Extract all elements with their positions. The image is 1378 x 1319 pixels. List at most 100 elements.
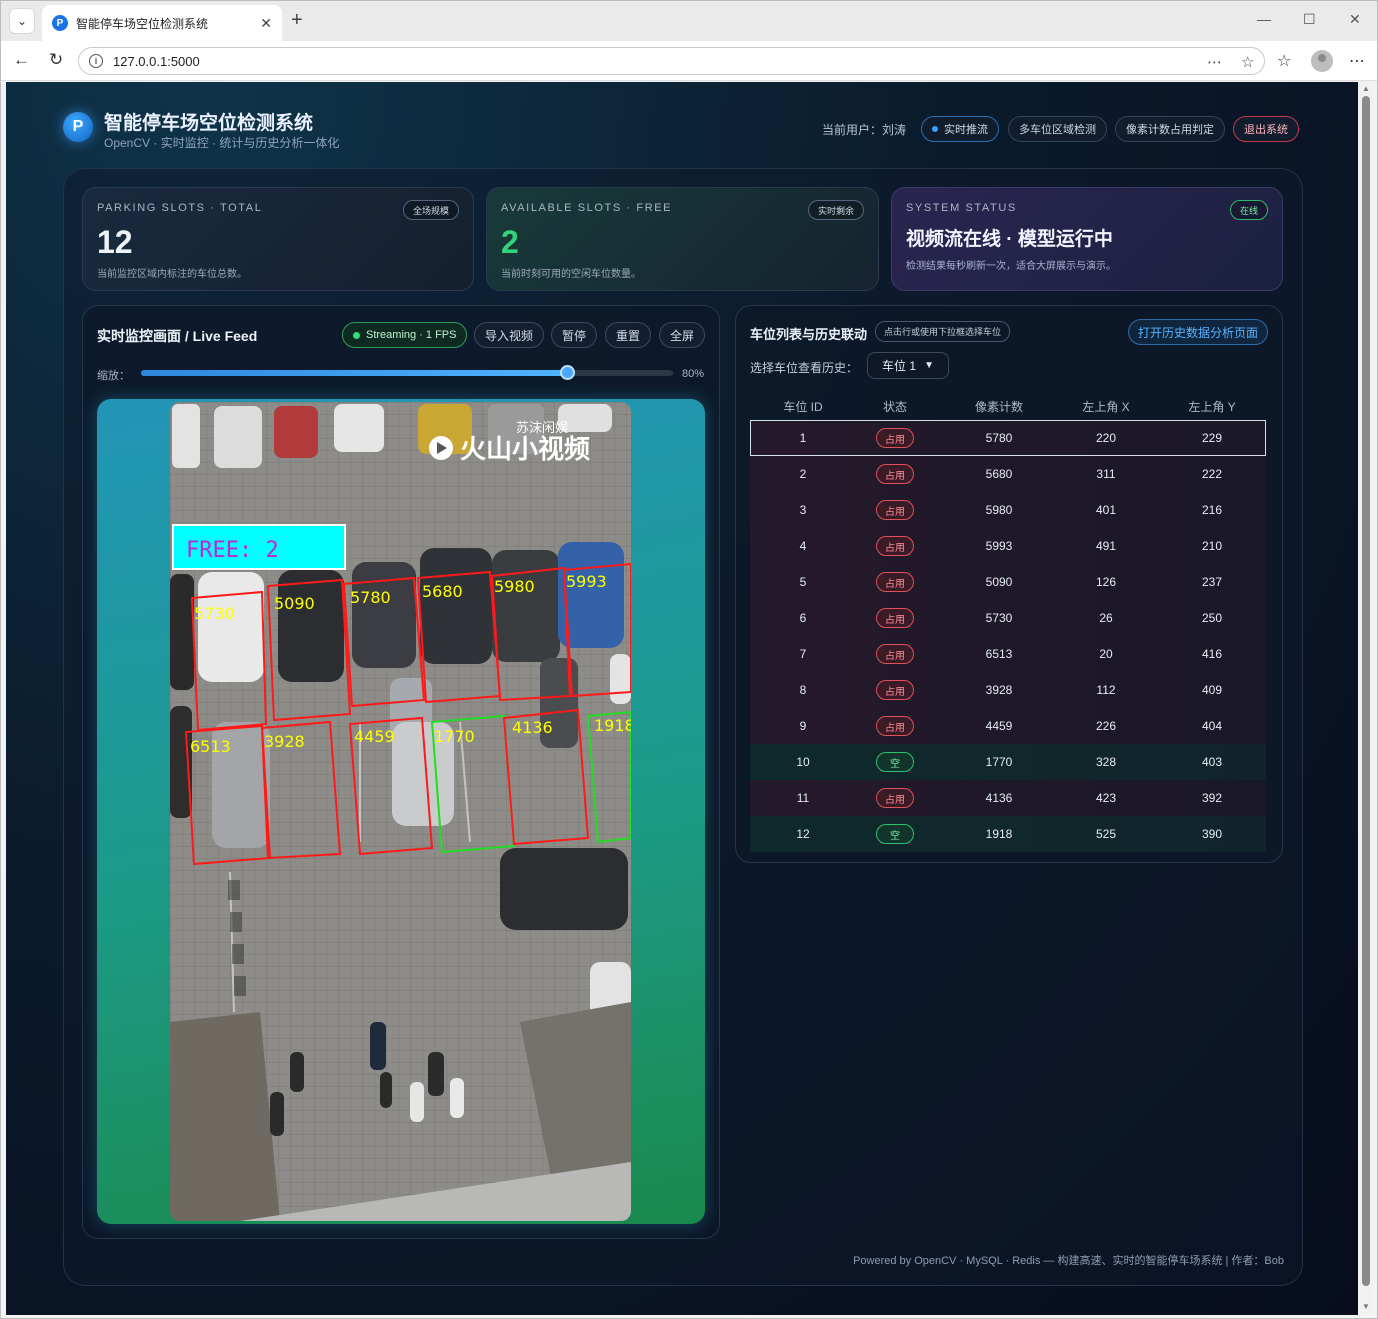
card-label: SYSTEM STATUS (906, 202, 1017, 214)
close-tab-icon[interactable]: ✕ (260, 15, 272, 32)
slot-count-1: 5780 (350, 588, 391, 607)
column-header: 像素计数 (974, 400, 1023, 414)
page-scrollbar[interactable]: ▲ ▼ (1359, 82, 1374, 1315)
video-frame: 苏沫闲娱 火山小视频 FREE: 2 5730 5090 5780 5680 5… (97, 399, 705, 1224)
cell-top-left-y: 404 (1201, 719, 1223, 733)
table-row[interactable]: 10 空 1770 328 403 (750, 744, 1266, 780)
slot-select-label: 选择车位查看历史： (750, 361, 859, 375)
status-badge: 占用 (876, 464, 914, 484)
cell-slot-id: 3 (799, 503, 807, 517)
status-badge: 占用 (876, 716, 914, 736)
total-slots-value: 12 (97, 224, 133, 260)
reload-icon[interactable]: ↻ (49, 50, 63, 70)
slot-count-3: 5980 (494, 577, 535, 596)
cell-top-left-y: 416 (1201, 647, 1223, 661)
table-row[interactable]: 11 占用 4136 423 392 (750, 780, 1266, 816)
card-desc: 当前监控区域内标注的车位总数。 (97, 269, 247, 280)
back-icon[interactable]: ← (13, 50, 30, 70)
button-label: 暂停 (562, 328, 587, 343)
status-title: 视频流在线 · 模型运行中 (906, 229, 1113, 250)
table-row[interactable]: 3 占用 5980 401 216 (750, 492, 1266, 528)
slot-table-body: 1 占用 5780 220 229 2 占用 5680 311 222 3 占用 5980 401 216 4… (750, 420, 1266, 852)
cell-pixel-count: 5680 (985, 467, 1013, 481)
cell-pixel-count: 5980 (985, 503, 1013, 517)
open-history-button[interactable]: 打开历史数据分析页面 (1128, 319, 1269, 345)
cell-top-left-y: 237 (1201, 575, 1223, 589)
cell-pixel-count: 1770 (985, 755, 1013, 769)
table-row[interactable]: 9 占用 4459 226 404 (750, 708, 1266, 744)
cell-slot-id: 12 (796, 827, 810, 841)
cell-slot-id: 9 (799, 719, 807, 733)
zoom-slider[interactable] (141, 365, 673, 380)
card-free-slots: AVAILABLE SLOTS · FREE 实时剩余 2 当前时刻可用的空闲车… (486, 187, 879, 291)
cell-top-left-x: 220 (1095, 431, 1117, 445)
maximize-icon[interactable]: ☐ (1303, 11, 1316, 28)
live-feed-title: 实时监控画面 / Live Feed (97, 328, 258, 344)
stream-label: Streaming · 1 FPS (366, 329, 457, 341)
favorites-icon[interactable]: ☆ (1277, 51, 1291, 71)
status-badge: 占用 (876, 536, 914, 556)
pill-realtime-stream[interactable]: 实时推流 (921, 116, 999, 142)
slot-count-9: 4459 (354, 727, 395, 746)
zoom-slider-handle[interactable] (559, 365, 575, 380)
slot-select[interactable]: 车位 1 ▼ (867, 352, 949, 379)
reset-button[interactable]: 重置 (605, 322, 652, 348)
cell-pixel-count: 1918 (985, 827, 1013, 841)
cell-top-left-y: 216 (1201, 503, 1223, 517)
new-tab-icon[interactable]: + (291, 9, 303, 32)
pill-label: 多车位区域检测 (1019, 124, 1096, 136)
scrollbar-thumb[interactable] (1362, 96, 1370, 1286)
status-dot-icon (932, 126, 938, 132)
close-window-icon[interactable]: ✕ (1349, 11, 1361, 28)
free-counter-text: FREE: 2 (186, 538, 279, 563)
zoom-slider-fill (141, 370, 567, 376)
cell-top-left-x: 26 (1099, 611, 1113, 625)
status-badge: 占用 (876, 680, 914, 700)
url-input[interactable]: i 127.0.0.1:5000 ⋯ ☆ (78, 47, 1265, 75)
star-icon[interactable]: ☆ (1241, 53, 1254, 71)
cell-top-left-y: 210 (1201, 539, 1223, 553)
cell-slot-id: 1 (799, 431, 807, 445)
info-icon[interactable]: i (89, 54, 103, 68)
minimize-icon[interactable]: — (1257, 11, 1271, 27)
logout-button[interactable]: 退出系统 (1233, 116, 1299, 142)
pause-button[interactable]: 暂停 (551, 322, 598, 348)
cell-pixel-count: 5993 (985, 539, 1013, 553)
table-row[interactable]: 2 占用 5680 311 222 (750, 456, 1266, 492)
pill-pixel-count[interactable]: 像素计数占用判定 (1115, 116, 1225, 142)
pill-label: 实时推流 (944, 124, 988, 136)
table-row[interactable]: 6 占用 5730 26 250 (750, 600, 1266, 636)
browser-tab[interactable]: P 智能停车场空位检测系统 ✕ (42, 5, 282, 41)
cell-slot-id: 4 (799, 539, 807, 553)
cell-slot-id: 11 (796, 791, 810, 805)
table-row[interactable]: 4 占用 5993 491 210 (750, 528, 1266, 564)
scroll-up-icon[interactable]: ▲ (1362, 84, 1370, 93)
url-text: 127.0.0.1:5000 (113, 53, 200, 69)
profile-avatar[interactable] (1311, 50, 1333, 72)
slot-count-12: 1918 (594, 716, 631, 735)
live-video[interactable]: 苏沫闲娱 火山小视频 FREE: 2 5730 5090 5780 5680 5… (170, 402, 631, 1221)
more-options-icon[interactable]: ⋯ (1207, 53, 1222, 71)
cell-top-left-x: 525 (1095, 827, 1117, 841)
cell-top-left-x: 311 (1096, 467, 1116, 481)
menu-icon[interactable]: ⋯ (1349, 51, 1365, 71)
chevron-down-icon: ⌄ (16, 14, 28, 28)
button-label: 导入视频 (485, 328, 534, 343)
table-row[interactable]: 12 空 1918 525 390 (750, 816, 1266, 852)
table-row[interactable]: 8 占用 3928 112 409 (750, 672, 1266, 708)
table-row[interactable]: 7 占用 6513 20 416 (750, 636, 1266, 672)
table-row[interactable]: 1 占用 5780 220 229 (750, 420, 1266, 456)
fullscreen-button[interactable]: 全屏 (659, 322, 706, 348)
import-video-button[interactable]: 导入视频 (474, 322, 545, 348)
slot-count-11: 4136 (512, 718, 553, 737)
tab-list-button[interactable]: ⌄ (9, 8, 35, 34)
table-header: 车位 ID 状态 像素计数 左上角 X 左上角 Y (750, 390, 1266, 420)
slot-count-6: 5730 (194, 604, 235, 623)
status-badge: 占用 (876, 500, 914, 520)
scroll-down-icon[interactable]: ▼ (1362, 1302, 1370, 1311)
pill-multi-region[interactable]: 多车位区域检测 (1008, 116, 1107, 142)
table-row[interactable]: 5 占用 5090 126 237 (750, 564, 1266, 600)
cell-top-left-x: 226 (1095, 719, 1117, 733)
status-badge: 占用 (876, 644, 914, 664)
cell-pixel-count: 4459 (985, 719, 1013, 733)
